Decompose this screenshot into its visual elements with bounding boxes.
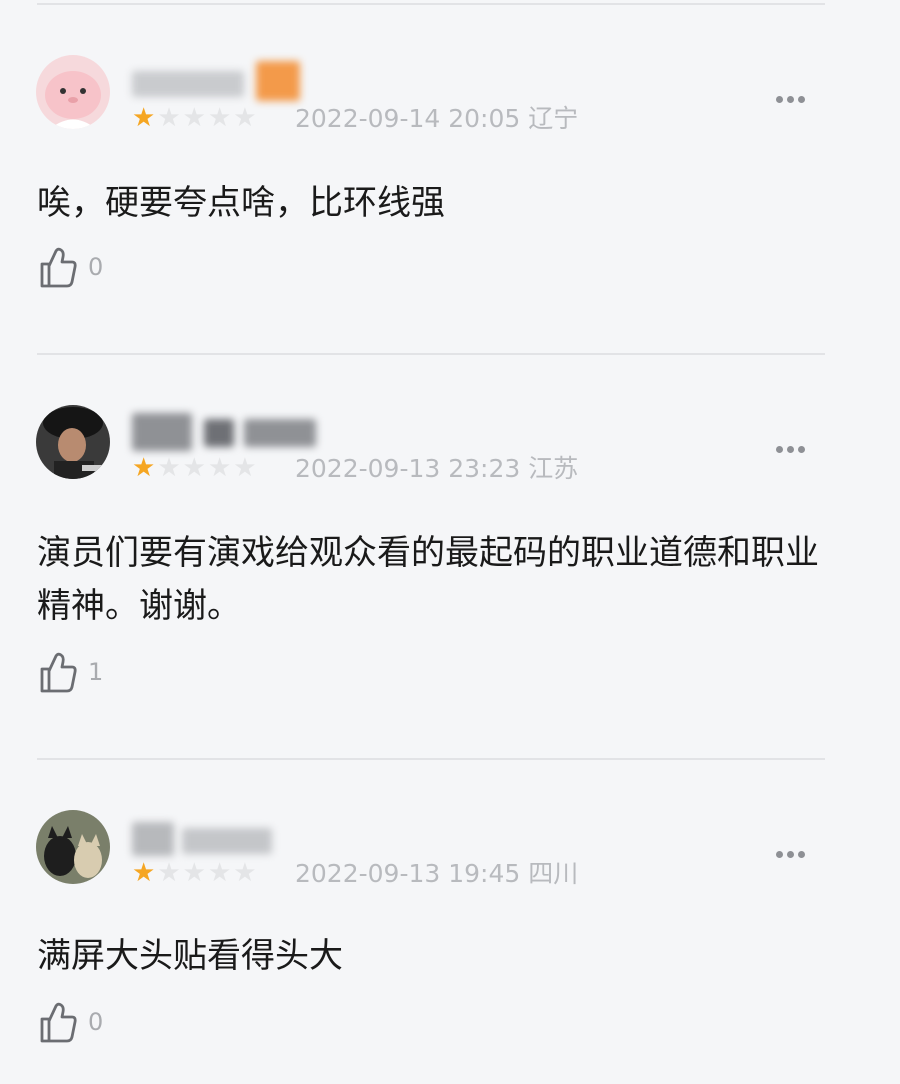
rating-stars: ★ ★ ★ ★ ★ xyxy=(132,455,257,481)
like-count: 0 xyxy=(88,253,104,281)
divider-top xyxy=(37,3,825,5)
star-icon: ★ xyxy=(233,858,257,888)
review-location: 辽宁 xyxy=(528,104,579,133)
star-icon: ★ xyxy=(132,103,156,133)
avatar[interactable] xyxy=(36,405,110,479)
star-icon: ★ xyxy=(207,103,232,133)
more-icon[interactable] xyxy=(776,439,816,459)
like-button[interactable]: 0 xyxy=(38,1000,103,1044)
like-count: 0 xyxy=(88,1008,104,1036)
review-location: 江苏 xyxy=(528,454,579,483)
thumbs-up-icon xyxy=(40,652,77,693)
star-icon: ★ xyxy=(207,453,232,483)
thumbs-up-icon xyxy=(40,1002,77,1043)
avatar[interactable] xyxy=(36,810,110,884)
review-content: 演员们要有演戏给观众看的最起码的职业道德和职业精神。谢谢。 xyxy=(37,533,819,626)
star-icon: ★ xyxy=(132,858,156,888)
like-button[interactable]: 1 xyxy=(38,650,103,694)
star-icon: ★ xyxy=(207,858,232,888)
review-content: 满屏大头贴看得头大 xyxy=(37,936,343,976)
thumbs-up-icon xyxy=(40,247,77,288)
review-location: 四川 xyxy=(528,859,579,888)
review-meta: 2022-09-14 20:05 辽宁 xyxy=(295,105,578,133)
rating-stars: ★ ★ ★ ★ ★ xyxy=(132,105,257,131)
like-count: 1 xyxy=(88,658,104,686)
divider xyxy=(37,353,825,355)
star-icon: ★ xyxy=(182,103,206,133)
star-icon: ★ xyxy=(157,103,181,133)
star-icon: ★ xyxy=(157,858,181,888)
star-icon: ★ xyxy=(182,453,206,483)
review-time: 2022-09-13 23:23 xyxy=(295,454,521,483)
more-icon[interactable] xyxy=(776,844,816,864)
review-time: 2022-09-13 19:45 xyxy=(295,859,521,888)
more-icon[interactable] xyxy=(776,89,816,109)
star-icon: ★ xyxy=(182,858,206,888)
review-content: 唉，硬要夸点啥，比环线强 xyxy=(37,183,445,223)
star-icon: ★ xyxy=(233,103,257,133)
rating-stars: ★ ★ ★ ★ ★ xyxy=(132,860,257,886)
review-time: 2022-09-14 20:05 xyxy=(295,104,521,133)
like-button[interactable]: 0 xyxy=(38,245,103,289)
divider xyxy=(37,758,825,760)
review-meta: 2022-09-13 23:23 江苏 xyxy=(295,455,578,483)
review-meta: 2022-09-13 19:45 四川 xyxy=(295,860,578,888)
star-icon: ★ xyxy=(157,453,181,483)
star-icon: ★ xyxy=(132,453,156,483)
star-icon: ★ xyxy=(233,453,257,483)
avatar[interactable] xyxy=(36,55,110,129)
